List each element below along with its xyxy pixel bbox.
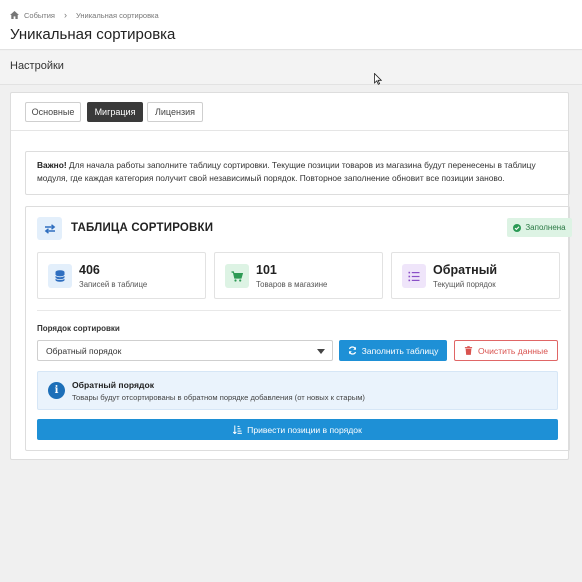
breadcrumb-item-current: Уникальная сортировка [75,10,159,20]
list-icon [402,264,426,288]
home-icon[interactable] [10,11,19,19]
stat-records-value: 406 [79,263,100,277]
apply-order-label: Привести позиции в порядок [247,424,362,435]
chevron-down-icon [317,349,325,354]
page-title: Уникальная сортировка [10,26,176,43]
status-badge: Заполнена [507,218,572,237]
sort-table-card: ТАБЛИЦА СОРТИРОВКИ Заполнена 406 Записей… [25,206,572,451]
refresh-icon [348,346,356,355]
alert-text: Для начала работы заполните таблицу сорт… [37,160,536,183]
sort-amount-icon [233,425,243,434]
top-bar: События › Уникальная сортировка Уникальн… [0,0,582,50]
stat-order-label: Текущий порядок [433,280,496,289]
settings-panel: Основные Миграция Лицензия Важно! Для на… [10,92,572,460]
info-text: Товары будут отсортированы в обратном по… [72,393,365,402]
clear-data-label: Очистить данные [477,345,549,356]
alert-bold: Важно! [37,160,67,170]
stat-products: 101 Товаров в магазине [214,252,383,299]
stat-records: 406 Записей в таблице [37,252,206,299]
badge-label: Заполнена [525,223,566,232]
important-alert: Важно! Для начала работы заполните табли… [25,151,570,195]
sort-info-box: i Обратный порядок Товары будут отсортир… [37,371,558,410]
exchange-icon [37,217,62,240]
settings-header [0,51,582,85]
stat-products-label: Товаров в магазине [256,280,328,289]
card-title: ТАБЛИЦА СОРТИРОВКИ [71,222,214,234]
cart-icon [225,264,249,288]
mouse-cursor-icon [374,73,382,85]
stat-products-value: 101 [256,263,277,277]
info-icon: i [48,382,65,399]
tab-migration[interactable]: Миграция [87,102,143,122]
database-icon [48,264,72,288]
breadcrumb: События › Уникальная сортировка [10,10,159,20]
stat-records-label: Записей в таблице [79,280,148,289]
settings-title: Настройки [10,60,64,72]
fill-table-label: Заполнить таблицу [361,345,439,356]
tabs: Основные Миграция Лицензия [11,93,568,131]
sort-order-select[interactable]: Обратный порядок [37,340,333,361]
tab-basic[interactable]: Основные [25,102,81,122]
divider [37,310,561,311]
breadcrumb-separator: › [63,10,67,20]
stat-order-value: Обратный [433,263,498,277]
breadcrumb-item-events[interactable]: События [24,11,55,20]
stat-order: Обратный Текущий порядок [391,252,560,299]
clear-data-button[interactable]: Очистить данные [454,340,558,361]
check-circle-icon [513,223,522,232]
sort-order-selected: Обратный порядок [46,346,122,356]
trash-icon [464,346,473,355]
info-title: Обратный порядок [72,380,155,390]
apply-order-button[interactable]: Привести позиции в порядок [37,419,558,440]
fill-table-button[interactable]: Заполнить таблицу [339,340,447,361]
sort-order-label: Порядок сортировки [37,324,120,333]
tab-license[interactable]: Лицензия [147,102,203,122]
